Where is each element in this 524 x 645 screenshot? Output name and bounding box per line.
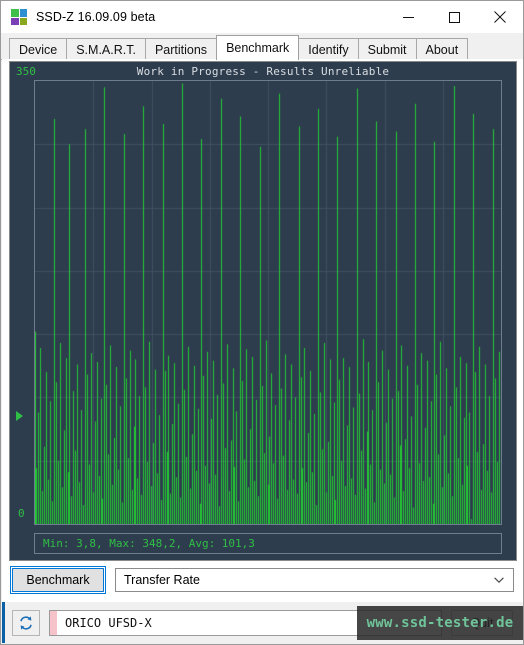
y-axis-min-label: 0 (18, 507, 25, 520)
accent-bar (2, 602, 5, 643)
benchmark-stats-text: Min: 3,8, Max: 348,2, Avg: 101,3 (43, 537, 255, 550)
device-name-value: ORICO UFSD-X (65, 615, 152, 630)
tab-s-m-a-r-t[interactable]: S.M.A.R.T. (66, 38, 146, 60)
benchmark-graph: 350 Work in Progress - Results Unreliabl… (9, 61, 517, 561)
benchmark-panel: 350 Work in Progress - Results Unreliabl… (2, 59, 523, 604)
tab-benchmark[interactable]: Benchmark (216, 35, 300, 60)
device-status-accent (50, 610, 57, 635)
title-bar: SSD-Z 16.09.09 beta (1, 1, 523, 33)
benchmark-mode-select[interactable]: Transfer Rate (115, 568, 514, 592)
tab-label: S.M.A.R.T. (76, 43, 136, 57)
tab-about[interactable]: About (415, 38, 469, 60)
maximize-button[interactable] (431, 1, 477, 33)
tab-submit[interactable]: Submit (357, 38, 417, 60)
app-window: SSD-Z 16.09.09 beta Device S.M.A.R.T. Part… (0, 0, 524, 645)
window-controls (385, 1, 523, 33)
tab-label: Device (19, 43, 58, 57)
chevron-down-icon (494, 577, 504, 583)
benchmark-controls: Benchmark Transfer Rate (9, 566, 517, 594)
tab-device[interactable]: Device (9, 38, 68, 60)
tab-identify[interactable]: Identify (298, 38, 359, 60)
tab-label: Benchmark (226, 41, 290, 55)
tab-label: About (425, 43, 459, 57)
window-title: SSD-Z 16.09.09 beta (36, 10, 156, 24)
benchmark-chart-canvas (35, 81, 501, 524)
ssd-z-logo-icon (11, 9, 27, 25)
tab-label: Identify (308, 43, 349, 57)
close-button[interactable] (477, 1, 523, 33)
minimize-icon (402, 16, 414, 18)
playhead-marker-icon (16, 411, 23, 421)
refresh-icon (20, 615, 32, 630)
benchmark-mode-value: Transfer Rate (124, 573, 200, 587)
minimize-button[interactable] (385, 1, 431, 33)
refresh-button[interactable] (12, 609, 40, 636)
maximize-icon (448, 11, 460, 23)
tab-label: Submit (367, 43, 407, 57)
tab-bar: Device S.M.A.R.T. Partitions Benchmark Ident… (1, 33, 523, 60)
status-bar: ORICO UFSD-X Quit www.ssd-tester.de (2, 602, 523, 643)
device-name-field[interactable]: ORICO UFSD-X (49, 609, 442, 636)
tab-label: Partitions (154, 43, 208, 57)
graph-title: Work in Progress - Results Unreliable (136, 65, 390, 78)
plot-area (34, 80, 502, 525)
quit-button[interactable]: Quit (451, 609, 513, 636)
close-icon (494, 11, 506, 23)
benchmark-button[interactable]: Benchmark (10, 566, 106, 594)
stats-box: Min: 3,8, Max: 348,2, Avg: 101,3 (34, 533, 502, 554)
tab-partitions[interactable]: Partitions (144, 38, 218, 60)
